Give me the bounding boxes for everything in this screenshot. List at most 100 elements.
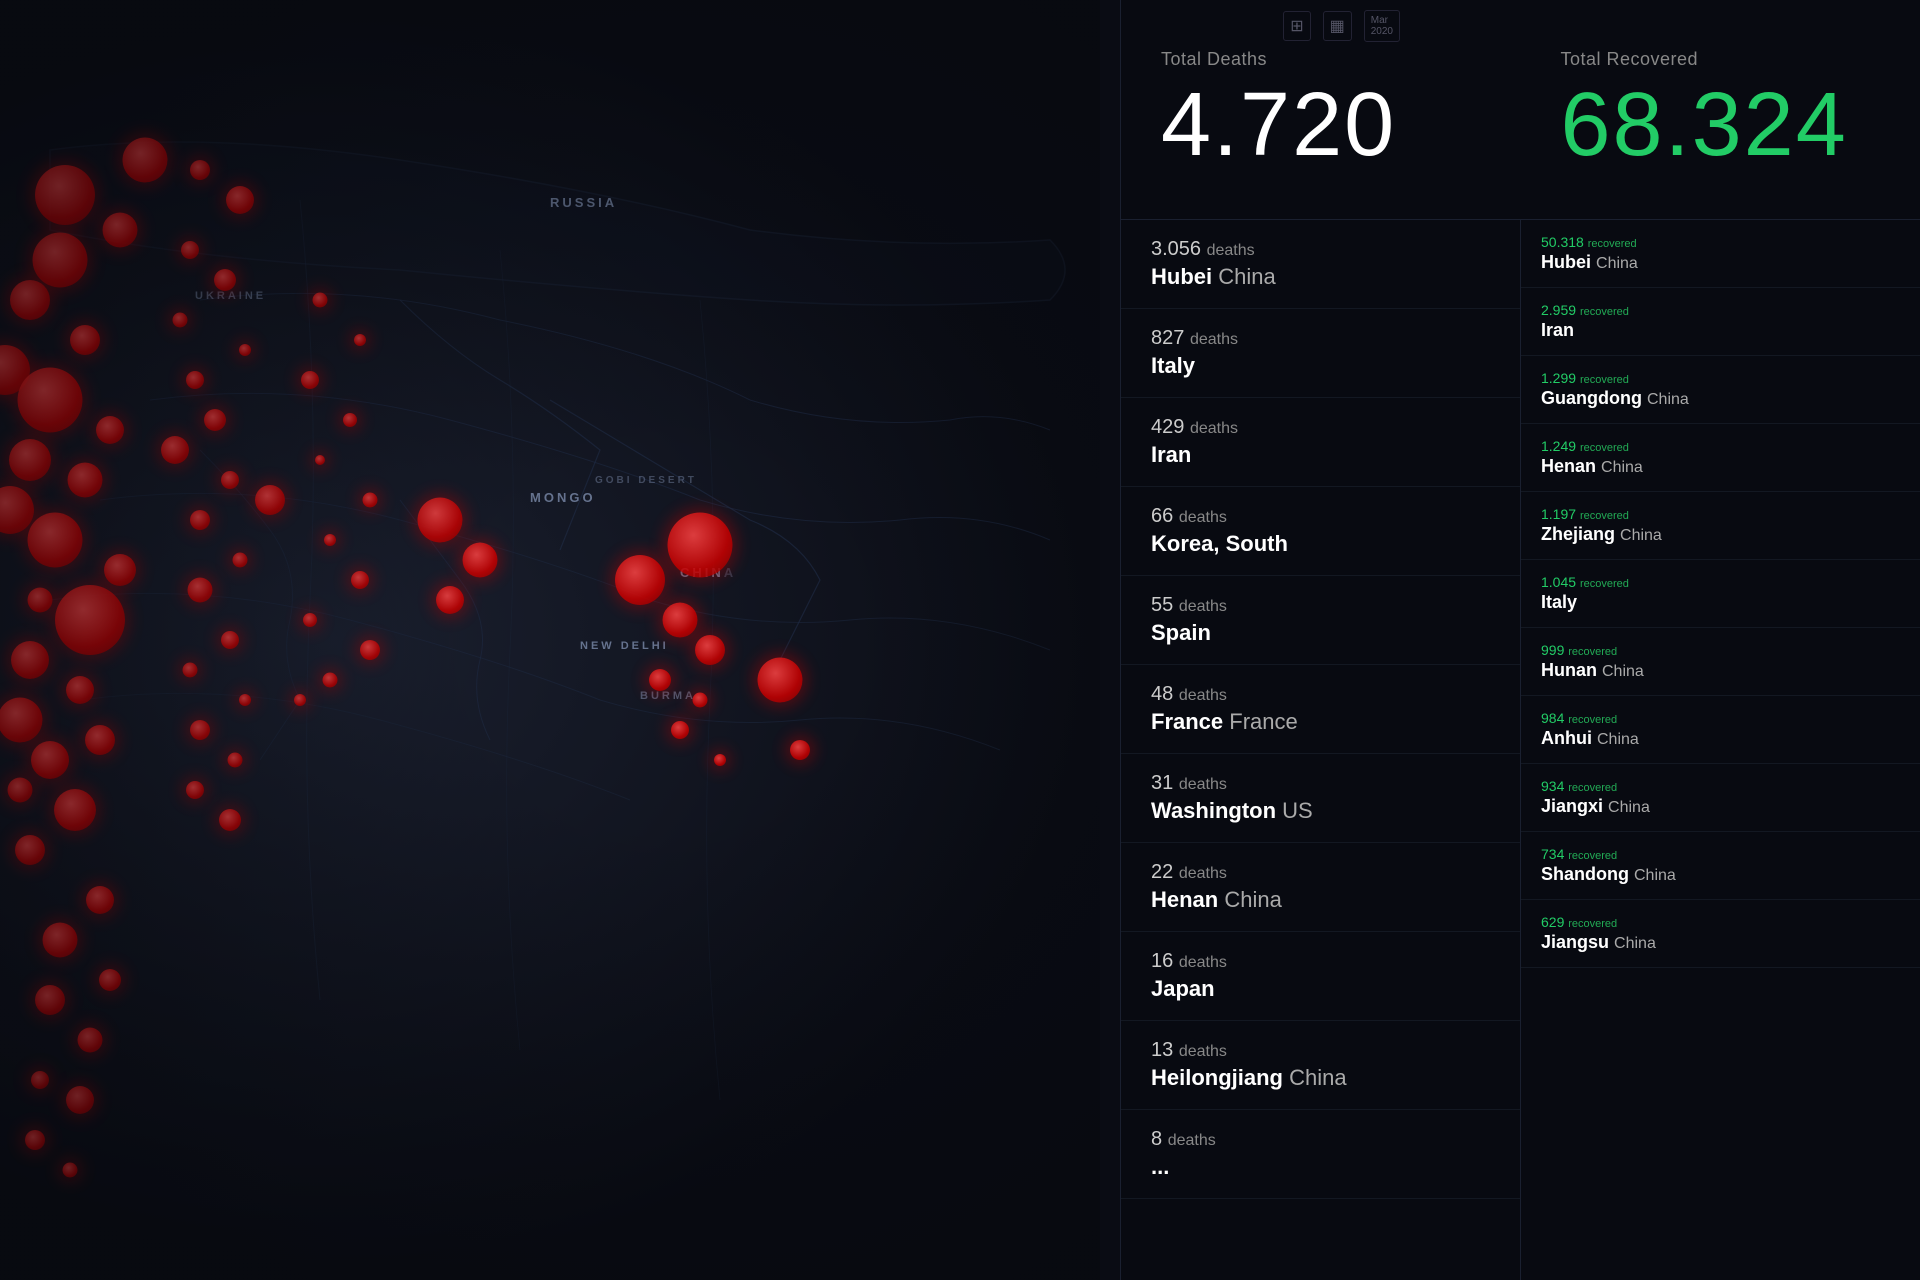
outbreak-dot (103, 213, 138, 248)
death-location: Henan China (1151, 887, 1490, 913)
outbreak-dot (66, 676, 94, 704)
recovered-list[interactable]: 50.318 recovered Hubei China 2.959 recover… (1521, 220, 1920, 1280)
recovered-list-item: 629 recovered Jiangsu China (1521, 900, 1920, 968)
outbreak-dot (63, 1163, 78, 1178)
outbreak-dot (86, 886, 114, 914)
death-count: 55 deaths (1151, 594, 1490, 617)
recovered-location: Jiangxi China (1541, 796, 1900, 817)
outbreak-dot (104, 554, 136, 586)
outbreak-dot (649, 669, 671, 691)
recovered-list-item: 934 recovered Jiangxi China (1521, 764, 1920, 832)
recovered-count: 2.959 recovered (1541, 302, 1900, 318)
view-icon-3[interactable]: Mar2020 (1364, 10, 1400, 42)
top-stats-bar: ⊞ ▦ Mar2020 Total Deaths 4.720 Total Rec… (1121, 0, 1920, 220)
recovered-list-item: 1.299 recovered Guangdong China (1521, 356, 1920, 424)
recovered-location: Shandong China (1541, 864, 1900, 885)
death-list-item: 827 deathsItaly (1121, 309, 1520, 398)
recovered-location: Iran (1541, 320, 1900, 341)
death-location: ... (1151, 1154, 1490, 1180)
death-location: Spain (1151, 620, 1490, 646)
outbreak-dot (190, 160, 210, 180)
total-deaths-value: 4.720 (1161, 80, 1481, 170)
death-location: Japan (1151, 976, 1490, 1002)
recovered-location: Italy (1541, 592, 1900, 613)
outbreak-dot (668, 513, 733, 578)
outbreak-dot (35, 165, 95, 225)
death-list-item: 48 deaths France France (1121, 665, 1520, 754)
death-count: 66 deaths (1151, 505, 1490, 528)
recovered-location: Jiangsu China (1541, 932, 1900, 953)
outbreak-dot (343, 413, 357, 427)
outbreak-dot (31, 741, 69, 779)
recovered-location: Hunan China (1541, 660, 1900, 681)
recovered-list-item: 1.197 recovered Zhejiang China (1521, 492, 1920, 560)
outbreak-dot (255, 485, 285, 515)
recovered-count: 1.299 recovered (1541, 370, 1900, 386)
outbreak-dot (28, 588, 53, 613)
outbreak-dot (294, 694, 306, 706)
outbreak-dot (183, 663, 198, 678)
outbreak-dot (123, 138, 168, 183)
outbreak-dot (54, 789, 96, 831)
outbreak-dot (221, 631, 239, 649)
recovered-location: Hubei China (1541, 252, 1900, 273)
recovered-location: Zhejiang China (1541, 524, 1900, 545)
recovered-location: Henan China (1541, 456, 1900, 477)
outbreak-dot (161, 436, 189, 464)
recovered-count: 50.318 recovered (1541, 234, 1900, 250)
outbreak-dot (228, 753, 243, 768)
outbreak-dot (363, 493, 378, 508)
outbreak-dot (78, 1028, 103, 1053)
outbreak-dot (96, 416, 124, 444)
death-list-item: 55 deaths Spain (1121, 576, 1520, 665)
outbreak-dot (43, 923, 78, 958)
outbreak-dot (99, 969, 121, 991)
outbreak-dot (323, 673, 338, 688)
map-background: RUSSIA MONGO CHINA New Delhi UKRAINE BUR… (0, 0, 1100, 1280)
outbreak-dot (55, 585, 125, 655)
recovered-count: 734 recovered (1541, 846, 1900, 862)
outbreak-dot (463, 543, 498, 578)
outbreak-dot (85, 725, 115, 755)
total-recovered-block: Total Recovered 68.324 (1521, 0, 1920, 219)
outbreak-dot (436, 586, 464, 614)
death-count: 31 deaths (1151, 772, 1490, 795)
outbreak-dot (221, 471, 239, 489)
total-recovered-value: 68.324 (1561, 80, 1881, 170)
recovered-count: 1.197 recovered (1541, 506, 1900, 522)
outbreak-dot (33, 233, 88, 288)
outbreak-dot (418, 498, 463, 543)
outbreak-dot (239, 694, 251, 706)
recovered-list-item: 50.318 recovered Hubei China (1521, 220, 1920, 288)
deaths-list[interactable]: 3.056 deathsHubei China827 deathsItaly42… (1121, 220, 1521, 1280)
death-list-item: 13 deathsHeilongjiang China (1121, 1021, 1520, 1110)
recovered-list-item: 999 recovered Hunan China (1521, 628, 1920, 696)
recovered-list-item: 1.249 recoveredHenan China (1521, 424, 1920, 492)
outbreak-dot (190, 510, 210, 530)
recovered-location: Guangdong China (1541, 388, 1900, 409)
outbreak-dot (663, 603, 698, 638)
outbreak-dot (35, 985, 65, 1015)
recovered-count: 999 recovered (1541, 642, 1900, 658)
outbreak-dot (671, 721, 689, 739)
view-icon-1[interactable]: ⊞ (1283, 11, 1310, 41)
outbreak-dot (10, 280, 50, 320)
outbreak-dot (226, 186, 254, 214)
outbreak-dot (315, 455, 325, 465)
view-icon-2[interactable]: ▦ (1323, 11, 1352, 41)
death-count: 8 deaths (1151, 1128, 1490, 1151)
outbreak-dot (186, 371, 204, 389)
recovered-count: 629 recovered (1541, 914, 1900, 930)
outbreak-dot (11, 641, 49, 679)
total-recovered-label: Total Recovered (1561, 49, 1881, 70)
total-deaths-label: Total Deaths (1161, 49, 1481, 70)
outbreak-dot (360, 640, 380, 660)
death-count: 48 deaths (1151, 683, 1490, 706)
recovered-count: 934 recovered (1541, 778, 1900, 794)
recovered-location: Anhui China (1541, 728, 1900, 749)
death-location: Heilongjiang China (1151, 1065, 1490, 1091)
outbreak-dot (8, 778, 33, 803)
death-count: 3.056 deaths (1151, 238, 1490, 261)
outbreak-dot (714, 754, 726, 766)
death-location: France France (1151, 709, 1490, 735)
